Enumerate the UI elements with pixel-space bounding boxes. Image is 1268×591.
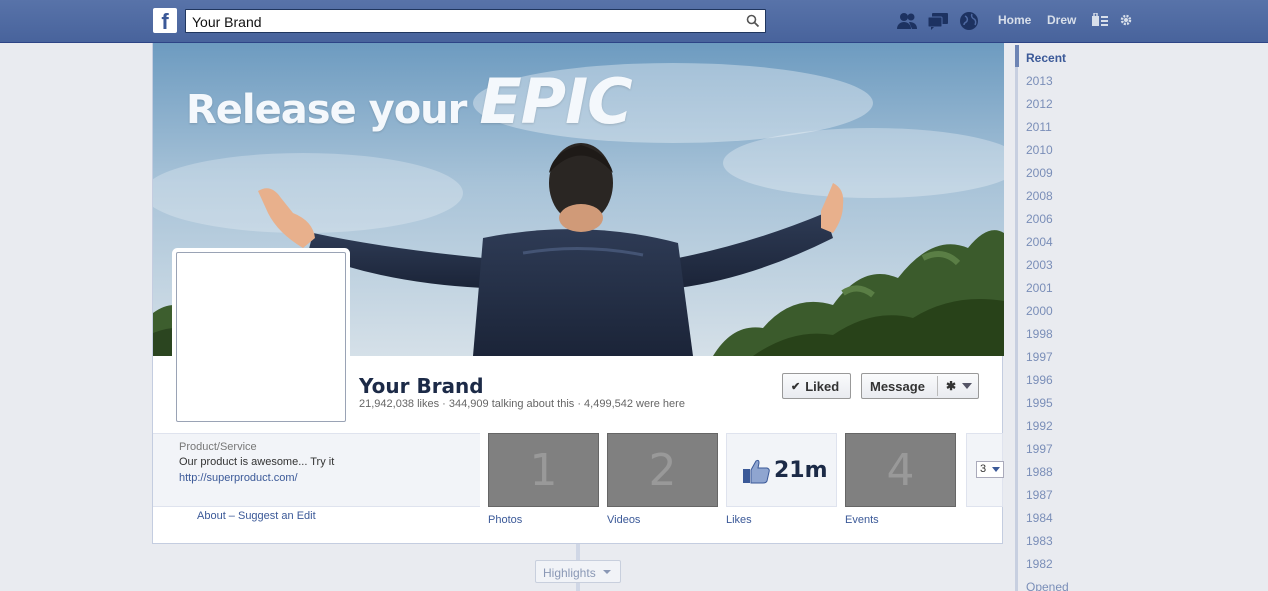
friends-icon[interactable] bbox=[896, 11, 918, 31]
year-item[interactable]: 2009 bbox=[1026, 166, 1053, 180]
liked-button[interactable]: ✔ Liked bbox=[782, 373, 851, 399]
top-bar: f Your Brand Home Drew bbox=[0, 0, 1268, 43]
year-item[interactable]: 1998 bbox=[1026, 327, 1053, 341]
chevron-down-icon[interactable] bbox=[962, 383, 972, 389]
events-label[interactable]: Events bbox=[845, 514, 879, 526]
facebook-logo-icon[interactable]: f bbox=[153, 8, 177, 34]
page-stats: 21,942,038 likes · 344,909 talking about… bbox=[359, 398, 685, 410]
message-button-label: Message bbox=[870, 378, 925, 394]
liked-button-label: Liked bbox=[805, 378, 840, 394]
videos-tile[interactable]: 2 bbox=[607, 433, 718, 507]
likes-count: 21m bbox=[774, 458, 828, 483]
thumbs-up-icon bbox=[743, 459, 770, 484]
year-item[interactable]: 1983 bbox=[1026, 534, 1053, 548]
year-item[interactable]: 1984 bbox=[1026, 511, 1053, 525]
search-input[interactable]: Your Brand bbox=[185, 9, 766, 33]
nav-home-link[interactable]: Home bbox=[998, 13, 1031, 27]
message-button[interactable]: Message ✱ bbox=[861, 373, 979, 399]
events-tile[interactable]: 4 bbox=[845, 433, 956, 507]
chevron-down-icon bbox=[603, 570, 611, 574]
year-item[interactable]: 2000 bbox=[1026, 304, 1053, 318]
year-item[interactable]: 1992 bbox=[1026, 419, 1053, 433]
photos-label[interactable]: Photos bbox=[488, 514, 522, 526]
year-item[interactable]: 2006 bbox=[1026, 212, 1053, 226]
year-item[interactable]: 2004 bbox=[1026, 235, 1053, 249]
website-link[interactable]: http://superproduct.com/ bbox=[179, 472, 298, 484]
chevron-down-icon bbox=[992, 467, 1000, 472]
privacy-icon[interactable] bbox=[1092, 13, 1108, 27]
more-apps-count: 3 bbox=[980, 463, 987, 475]
highlights-dropdown[interactable]: Highlights bbox=[535, 560, 621, 583]
year-item[interactable]: 2013 bbox=[1026, 74, 1053, 88]
search-input-value[interactable]: Your Brand bbox=[192, 14, 262, 30]
page-title[interactable]: Your Brand bbox=[359, 374, 484, 398]
year-item[interactable]: 1995 bbox=[1026, 396, 1053, 410]
year-item[interactable]: 1996 bbox=[1026, 373, 1053, 387]
year-item[interactable]: 2008 bbox=[1026, 189, 1053, 203]
about-box: Product/Service Our product is awesome..… bbox=[153, 433, 480, 507]
year-item[interactable]: 1997 bbox=[1026, 350, 1053, 364]
search-icon[interactable] bbox=[746, 14, 760, 28]
year-item[interactable]: 2010 bbox=[1026, 143, 1053, 157]
button-divider bbox=[937, 376, 938, 396]
likes-label[interactable]: Likes bbox=[726, 514, 752, 526]
year-item[interactable]: 2012 bbox=[1026, 97, 1053, 111]
year-item[interactable]: 2003 bbox=[1026, 258, 1053, 272]
cover-headline: Release your EPIC bbox=[186, 65, 633, 138]
photos-tile[interactable]: 1 bbox=[488, 433, 599, 507]
nav-profile-link[interactable]: Drew bbox=[1047, 13, 1076, 27]
messages-icon[interactable] bbox=[927, 11, 949, 31]
highlights-label: Highlights bbox=[543, 566, 596, 580]
settings-gear-icon[interactable] bbox=[1119, 13, 1133, 27]
likes-tile[interactable]: 21m bbox=[726, 433, 837, 507]
videos-label[interactable]: Videos bbox=[607, 514, 640, 526]
page-column: Release your EPIC Your Brand 21,942,038 … bbox=[152, 43, 1004, 544]
checkmark-icon: ✔ bbox=[791, 380, 801, 393]
year-item[interactable]: Opened bbox=[1026, 580, 1069, 591]
notifications-globe-icon[interactable] bbox=[958, 11, 980, 31]
year-item[interactable]: 2011 bbox=[1026, 120, 1052, 134]
about-suggest-edit-link[interactable]: About – Suggest an Edit bbox=[197, 510, 316, 522]
year-active-indicator bbox=[1015, 45, 1019, 67]
more-apps-tile: 3 bbox=[966, 433, 1004, 507]
page-category: Product/Service bbox=[179, 441, 257, 453]
year-item[interactable]: 1987 bbox=[1026, 488, 1053, 502]
year-item[interactable]: 1982 bbox=[1026, 557, 1053, 571]
year-item[interactable]: 2001 bbox=[1026, 281, 1053, 295]
cover-headline-small: Release your bbox=[186, 87, 480, 133]
page-description: Our product is awesome... Try it bbox=[179, 456, 335, 468]
year-item[interactable]: 1988 bbox=[1026, 465, 1053, 479]
year-item[interactable]: 1997 bbox=[1026, 442, 1053, 456]
profile-picture[interactable] bbox=[176, 252, 346, 422]
timeline-year-nav: Recent 2013 2012 2011 2010 2009 2008 2006 2004 20… bbox=[1015, 45, 1268, 591]
year-item-recent[interactable]: Recent bbox=[1026, 51, 1066, 65]
gear-icon[interactable]: ✱ bbox=[946, 379, 956, 393]
cover-headline-big: EPIC bbox=[479, 65, 632, 138]
more-apps-dropdown[interactable]: 3 bbox=[976, 461, 1004, 478]
